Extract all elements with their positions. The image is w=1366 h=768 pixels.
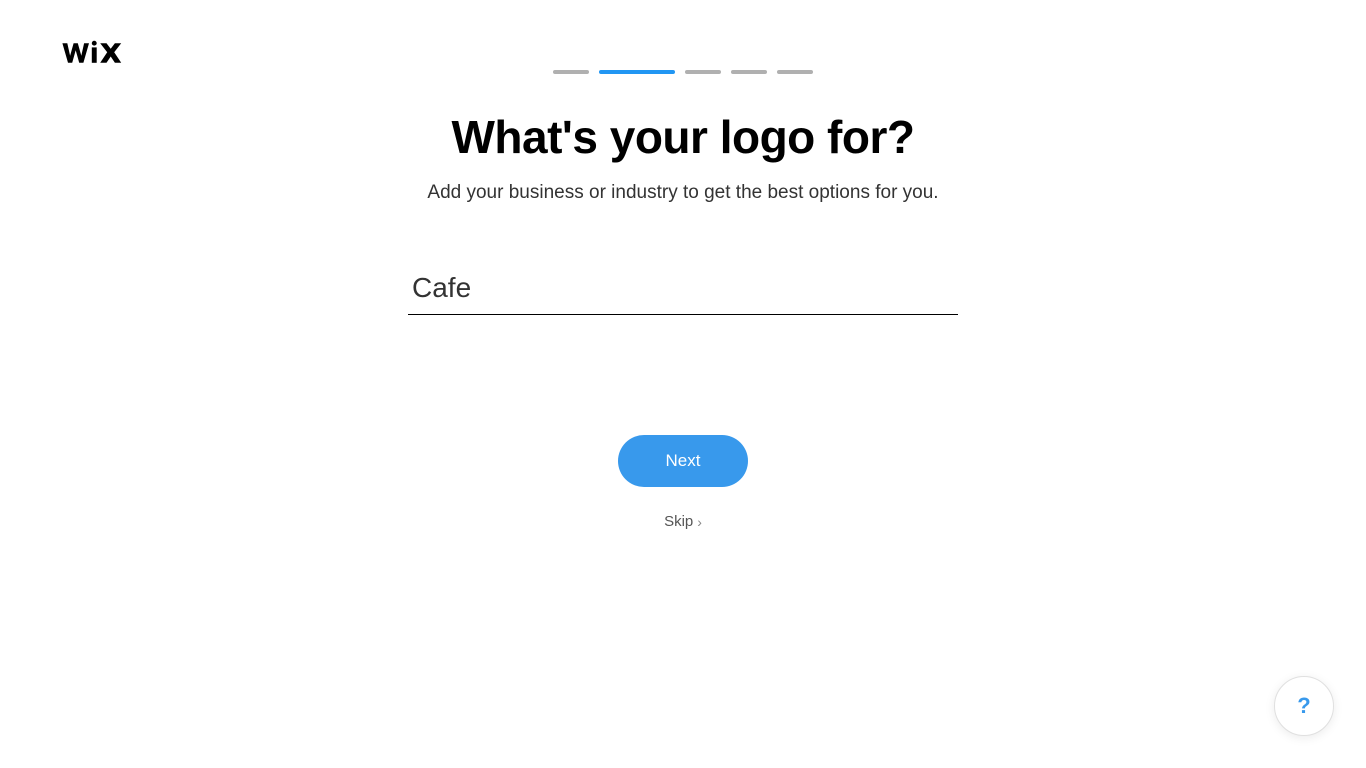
progress-step-5 xyxy=(777,70,813,74)
skip-label: Skip xyxy=(664,513,693,530)
question-mark-icon: ? xyxy=(1297,693,1310,719)
business-industry-input[interactable] xyxy=(408,264,958,315)
progress-step-2 xyxy=(599,70,675,74)
skip-link[interactable]: Skip › xyxy=(664,513,702,530)
progress-step-4 xyxy=(731,70,767,74)
chevron-right-icon: › xyxy=(697,514,702,530)
actions-container: Next Skip › xyxy=(203,435,1163,530)
progress-bar xyxy=(0,0,1366,74)
wix-logo[interactable] xyxy=(60,38,132,75)
page-subheading: Add your business or industry to get the… xyxy=(203,182,1163,204)
progress-step-1 xyxy=(553,70,589,74)
progress-step-3 xyxy=(685,70,721,74)
next-button[interactable]: Next xyxy=(618,435,749,487)
page-heading: What's your logo for? xyxy=(203,110,1163,164)
input-container xyxy=(408,264,958,315)
main-content: What's your logo for? Add your business … xyxy=(203,74,1163,530)
help-button[interactable]: ? xyxy=(1274,676,1334,736)
